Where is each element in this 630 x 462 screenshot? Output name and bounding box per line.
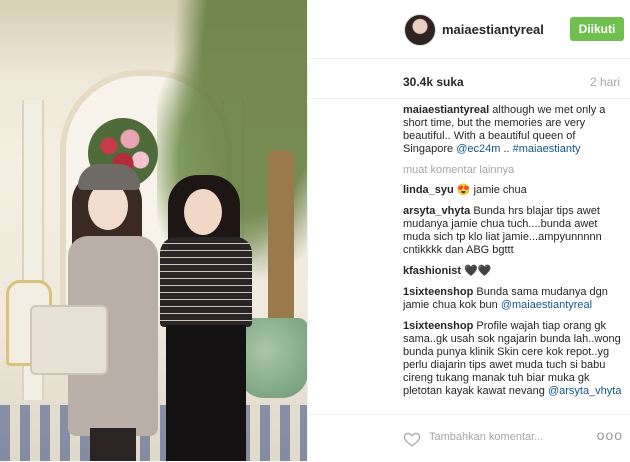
post-time[interactable]: 2 hari <box>590 75 620 89</box>
post-panel: maiaestiantyreal Diikuti 30.4k suka 2 ha… <box>307 0 630 461</box>
list-item: kfashionist 🖤🖤 <box>403 265 625 278</box>
photo-handbag <box>30 305 108 375</box>
caption-hashtag[interactable]: #maiaestianty <box>513 143 581 155</box>
comment-username[interactable]: linda_syu <box>403 184 454 196</box>
follow-button[interactable]: Diikuti <box>570 17 624 41</box>
photo-palm-trunk <box>268 150 294 340</box>
caption-username[interactable]: maiaestiantyreal <box>403 104 489 116</box>
load-more-comments[interactable]: muat komentar lainnya <box>403 164 625 177</box>
heart-icon[interactable] <box>403 430 421 448</box>
comment-mention[interactable]: @arsyta_vhyta <box>548 385 622 397</box>
post-photo[interactable] <box>0 0 307 461</box>
avatar[interactable] <box>404 14 436 46</box>
comments-list: maiaestiantyreal although we met only a … <box>403 104 625 406</box>
comment-mention[interactable]: @maiaestiantyreal <box>501 299 592 311</box>
comment-text: 🖤🖤 <box>464 265 492 277</box>
list-item: linda_syu 😍 jamie chua <box>403 184 625 197</box>
comment-username[interactable]: kfashionist <box>403 265 461 277</box>
caption: maiaestiantyreal although we met only a … <box>403 104 625 156</box>
list-item: 1sixteenshop Profile wajah tiap orang gk… <box>403 320 625 398</box>
list-item: arsyta_vhyta Bunda hrs blajar tips awet … <box>403 205 625 257</box>
likes-count[interactable]: 30.4k suka <box>403 75 464 89</box>
post-stats: 30.4k suka 2 hari <box>308 58 630 99</box>
comment-text: jamie chua <box>473 184 527 196</box>
post-header: maiaestiantyreal Diikuti <box>308 0 630 59</box>
comment-bar: Tambahkan komentar... ooo <box>308 414 630 462</box>
photo-person-right <box>150 175 262 461</box>
comment-username[interactable]: 1sixteenshop <box>403 320 473 332</box>
comment-username[interactable]: 1sixteenshop <box>403 286 473 298</box>
heart-eyes-emoji-icon: 😍 <box>456 184 471 196</box>
list-item: 1sixteenshop Bunda sama mudanya dgn jami… <box>403 286 625 312</box>
comment-username[interactable]: arsyta_vhyta <box>403 205 470 217</box>
post-username[interactable]: maiaestiantyreal <box>442 22 544 37</box>
more-options-icon[interactable]: ooo <box>597 427 623 443</box>
caption-separator: .. <box>503 143 510 155</box>
caption-mention[interactable]: @ec24m <box>456 143 500 155</box>
comment-input[interactable]: Tambahkan komentar... <box>429 431 543 443</box>
